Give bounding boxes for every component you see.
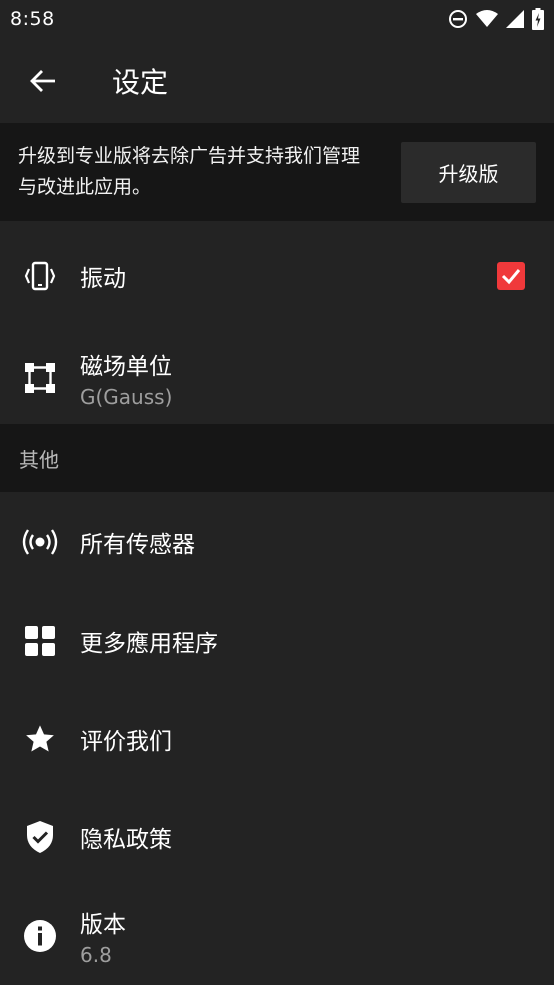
vibration-icon (0, 261, 80, 291)
more-apps-label: 更多應用程序 (80, 631, 218, 657)
privacy-policy-item[interactable]: 隐私政策 (0, 788, 554, 886)
status-icons (448, 8, 544, 30)
all-sensors-item[interactable]: 所有传感器 (0, 492, 554, 592)
back-button[interactable] (0, 38, 86, 123)
vibration-checkbox[interactable] (497, 262, 525, 290)
version-value: 6.8 (80, 942, 112, 967)
rate-us-label: 评价我们 (80, 729, 172, 755)
magnetic-unit-setting[interactable]: 磁场单位 G(Gauss) (0, 331, 554, 424)
status-bar: 8:58 (0, 0, 554, 38)
shield-icon (0, 820, 80, 854)
more-apps-item[interactable]: 更多應用程序 (0, 592, 554, 690)
page-title: 设定 (112, 65, 169, 99)
upgrade-banner: 升级到专业版将去除广告并支持我们管理与改进此应用。 升级版 (0, 123, 554, 221)
rate-us-item[interactable]: 评价我们 (0, 690, 554, 788)
sensor-icon (0, 528, 80, 556)
unit-icon (0, 362, 80, 394)
status-time: 8:58 (10, 8, 55, 30)
wifi-icon (476, 10, 498, 27)
cell-signal-icon (506, 10, 524, 28)
version-item[interactable]: 版本 6.8 (0, 886, 554, 985)
version-label: 版本 (80, 911, 126, 938)
star-icon (0, 723, 80, 755)
info-icon (0, 919, 80, 952)
magnetic-unit-value: G(Gauss) (80, 384, 173, 409)
upgrade-banner-text: 升级到专业版将去除广告并支持我们管理与改进此应用。 (18, 145, 361, 198)
battery-icon (532, 8, 544, 30)
do-not-disturb-icon (449, 10, 467, 28)
privacy-policy-label: 隐私政策 (80, 827, 172, 853)
app-bar: 设定 (0, 38, 554, 123)
upgrade-button[interactable]: 升级版 (401, 141, 536, 203)
check-icon (501, 269, 521, 285)
section-header-other: 其他 (0, 424, 554, 492)
vibration-label: 振动 (80, 266, 126, 292)
all-sensors-label: 所有传感器 (80, 532, 195, 558)
arrow-back-icon (30, 69, 55, 92)
vibration-setting[interactable]: 振动 (0, 221, 554, 331)
apps-grid-icon (0, 626, 80, 656)
magnetic-unit-label: 磁场单位 (80, 353, 172, 380)
